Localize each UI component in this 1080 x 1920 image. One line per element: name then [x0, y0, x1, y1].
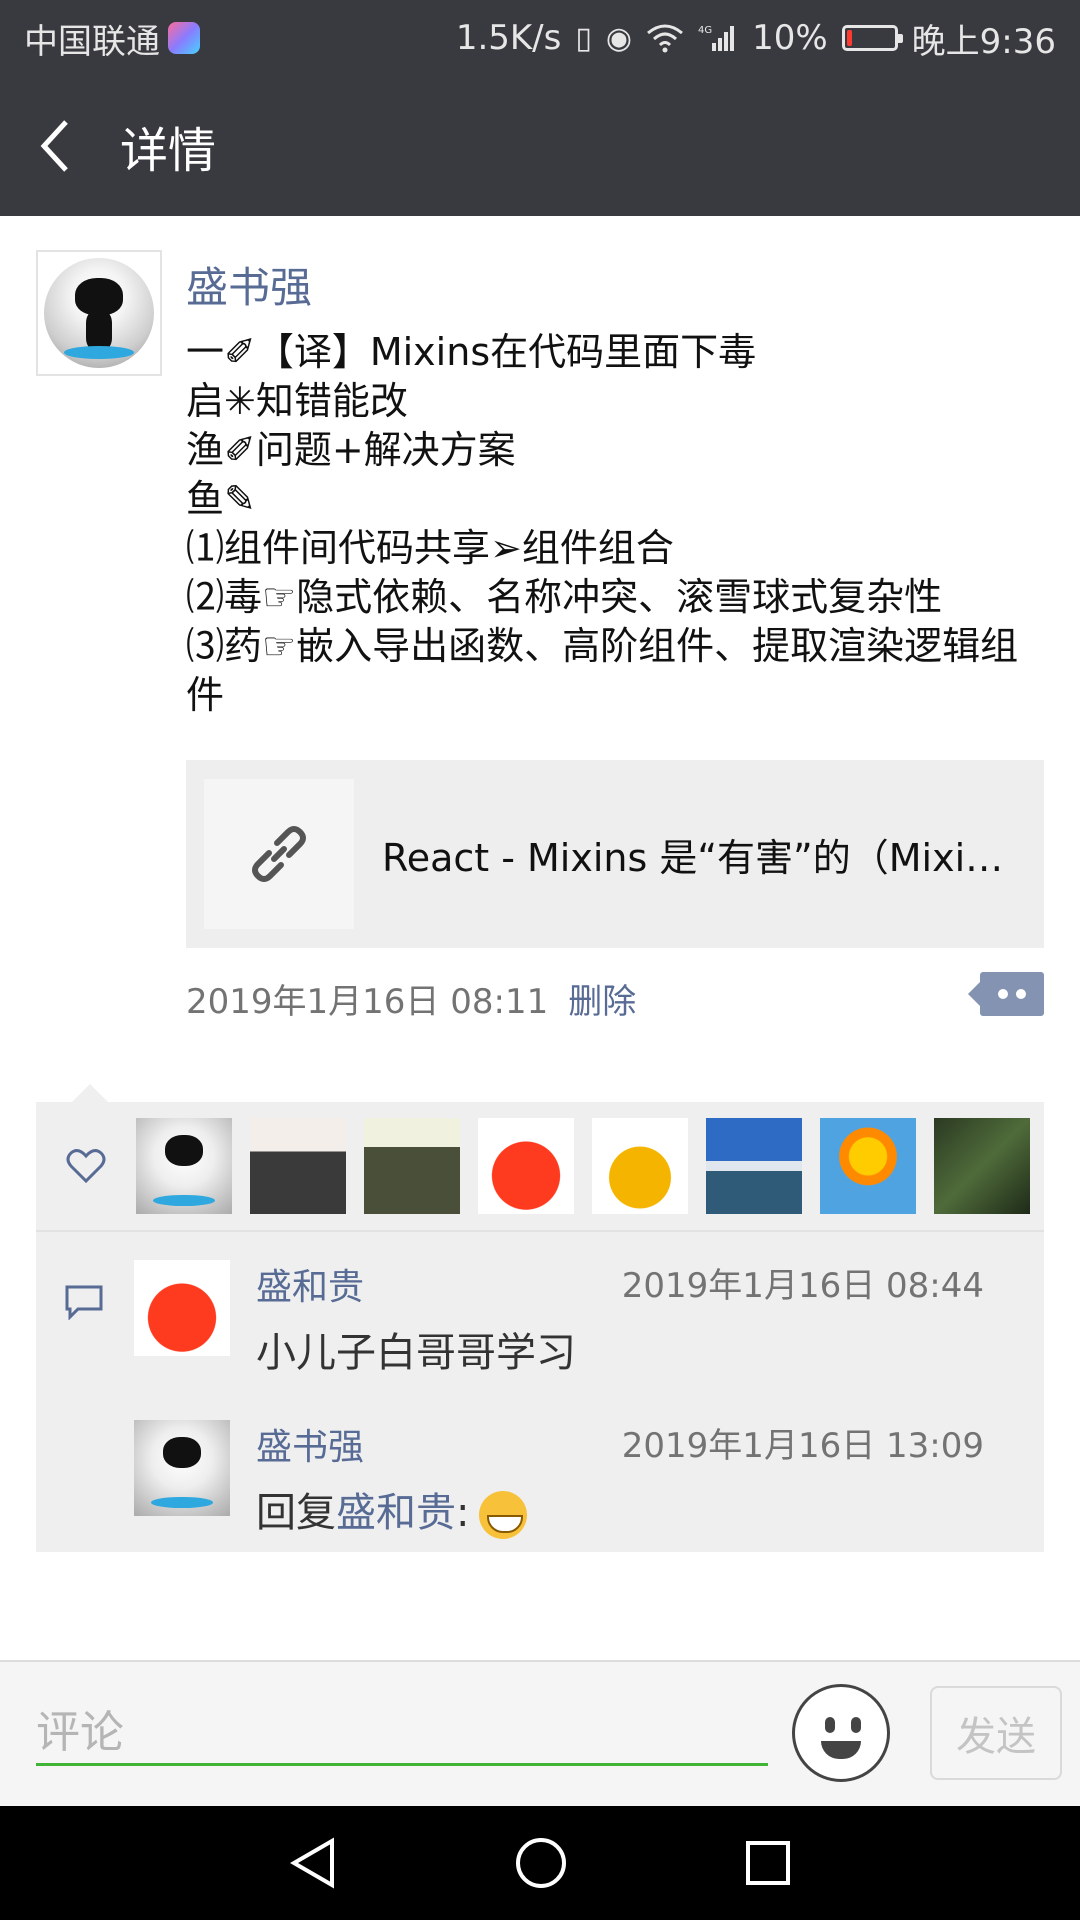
app-notification-icon: [168, 22, 200, 54]
comments-list: 盛和贵 2019年1月16日 08:44 小儿子白哥哥学习 盛书强 2019年1…: [36, 1232, 1044, 1552]
comment-item[interactable]: 盛和贵 2019年1月16日 08:44 小儿子白哥哥学习: [36, 1232, 1044, 1392]
battery-fill: [846, 30, 852, 46]
comment-time: 2019年1月16日 13:09: [621, 1426, 984, 1466]
commenter-avatar[interactable]: [134, 1420, 230, 1516]
post-timestamp: 2019年1月16日 08:11: [186, 982, 549, 1022]
reply-colon: :: [456, 1490, 470, 1536]
vibrate-icon: ▯: [575, 20, 592, 56]
nav-recents-icon[interactable]: [744, 1839, 792, 1887]
status-bar: 中国联通 1.5K/s ▯ ◉ 4G 10% 晚上9:36: [0, 0, 1080, 76]
liker-avatars: [136, 1118, 1030, 1214]
nav-back-icon[interactable]: [288, 1837, 338, 1889]
battery-percent: 10%: [752, 18, 828, 58]
emoji-face-icon: [821, 1741, 861, 1759]
status-left: 中国联通: [24, 14, 200, 63]
nav-home-icon[interactable]: [514, 1836, 568, 1890]
shared-link-card[interactable]: React - Mixins 是“有害”的（Mixins Considered …: [186, 760, 1044, 948]
battery-icon: [841, 25, 903, 51]
octocat-avatar-image: [44, 258, 154, 368]
liker-avatar[interactable]: [136, 1118, 232, 1214]
emoji-face-icon: [825, 1717, 835, 1733]
liker-avatar[interactable]: [934, 1118, 1030, 1214]
grin-emoji-icon: [479, 1491, 528, 1539]
comment-time: 2019年1月16日 08:44: [621, 1266, 984, 1306]
eye-icon: ◉: [605, 20, 633, 56]
comment-bubble-icon: [65, 1285, 103, 1320]
link-title: React - Mixins 是“有害”的（Mixins Considered …: [382, 835, 1022, 880]
comment-text: 回复盛和贵:: [256, 1480, 528, 1539]
comment-item[interactable]: 盛书强 2019年1月16日 13:09 回复盛和贵:: [36, 1392, 1044, 1552]
author-avatar[interactable]: [36, 250, 162, 376]
delete-link[interactable]: 删除: [568, 974, 636, 1023]
link-icon: [252, 826, 306, 882]
panel-pointer: [72, 1084, 108, 1102]
android-navigation-bar: [0, 1806, 1080, 1920]
author-name[interactable]: 盛书强: [186, 254, 312, 315]
comment-input-bar: 发送: [0, 1660, 1080, 1806]
emoji-button[interactable]: [792, 1684, 890, 1782]
svg-text:4G: 4G: [698, 25, 712, 36]
liker-avatar[interactable]: [820, 1118, 916, 1214]
reply-target-name[interactable]: 盛和贵: [336, 1490, 456, 1536]
comment-input[interactable]: [36, 1702, 768, 1766]
reply-prefix: 回复: [256, 1490, 336, 1536]
likes-comments-panel: 盛和贵 2019年1月16日 08:44 小儿子白哥哥学习 盛书强 2019年1…: [36, 1084, 1044, 1552]
send-button[interactable]: 发送: [930, 1686, 1062, 1780]
signal-4g-icon: 4G: [698, 25, 735, 51]
carrier-name: 中国联通: [24, 21, 160, 62]
clock: 晚上9:36: [911, 21, 1056, 62]
post-text: 一✐【译】Mixins在代码里面下毒 启✳知错能改 渔✐问题+解决方案 鱼✎ ⑴…: [186, 330, 1019, 717]
more-dot-icon: [998, 989, 1008, 999]
page-title: 详情: [120, 123, 217, 179]
comment-text: 小儿子白哥哥学习: [256, 1330, 576, 1376]
wifi-icon: [647, 24, 684, 53]
status-right: 1.5K/s ▯ ◉ 4G 10% 晚上9:36: [456, 14, 1056, 63]
emoji-face-icon: [851, 1717, 861, 1733]
commenter-name[interactable]: 盛和贵: [256, 1258, 364, 1310]
nav-bar: 详情: [0, 76, 1080, 216]
back-button[interactable]: [0, 76, 110, 216]
post-meta: 2019年1月16日 08:11 删除: [186, 974, 636, 1023]
network-speed: 1.5K/s: [455, 18, 562, 58]
liker-avatar[interactable]: [592, 1118, 688, 1214]
more-dot-icon: [1016, 989, 1026, 999]
commenter-avatar[interactable]: [134, 1260, 230, 1356]
liker-avatar[interactable]: [250, 1118, 346, 1214]
liker-avatar[interactable]: [706, 1118, 802, 1214]
likes-row: [36, 1102, 1044, 1232]
liker-avatar[interactable]: [478, 1118, 574, 1214]
liker-avatar[interactable]: [364, 1118, 460, 1214]
commenter-name[interactable]: 盛书强: [256, 1418, 364, 1470]
more-actions-button[interactable]: [968, 972, 1044, 1016]
back-arrow-icon: [40, 120, 68, 172]
heart-icon: [36, 1148, 136, 1184]
link-thumbnail: [204, 779, 354, 929]
